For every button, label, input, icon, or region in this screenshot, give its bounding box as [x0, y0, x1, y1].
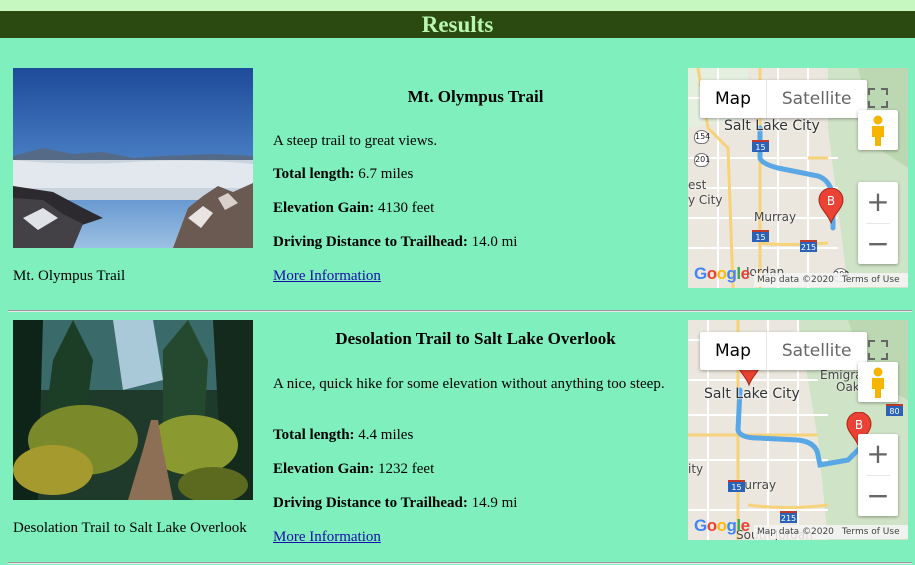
- map-place-label: Murray: [754, 210, 797, 224]
- map-place-label: Oak: [836, 380, 860, 394]
- trail-map[interactable]: Salt Lake City Emigra Oak Murray ity Sou…: [688, 320, 908, 540]
- total-length-value: 6.7 miles: [358, 166, 414, 182]
- map-data-text: Map data ©2020: [757, 275, 834, 285]
- trail-photo: [13, 320, 253, 500]
- elevation-gain-label: Elevation Gain:: [273, 461, 375, 477]
- map-marker-b-icon[interactable]: B: [818, 187, 844, 225]
- highway-shield: 201: [694, 153, 710, 167]
- elevation-gain-label: Elevation Gain:: [273, 200, 375, 216]
- map-place-label: y City: [688, 193, 723, 207]
- driving-distance: Driving Distance to Trailhead: 14.9 mi: [273, 495, 517, 512]
- driving-distance-value: 14.0 mi: [471, 234, 518, 250]
- pegman-icon: [872, 367, 884, 398]
- zoom-out-button[interactable]: −: [858, 224, 898, 264]
- trail-map[interactable]: Salt Lake City Murray est y City Jordan …: [688, 68, 908, 288]
- trail-photo: [13, 68, 253, 248]
- map-city-label: Salt Lake City: [704, 386, 800, 402]
- interstate-shield: 80: [886, 404, 903, 416]
- map-data-text: Map data ©2020: [757, 527, 834, 537]
- map-type-map-button[interactable]: Map: [700, 332, 766, 370]
- elevation-gain: Elevation Gain: 4130 feet: [273, 200, 434, 217]
- total-length-value: 4.4 miles: [358, 427, 414, 443]
- interstate-shield: 215: [780, 511, 797, 523]
- map-type-map-button[interactable]: Map: [700, 80, 766, 118]
- interstate-shield: 15: [752, 140, 769, 152]
- zoom-in-button[interactable]: +: [858, 182, 898, 222]
- driving-distance-label: Driving Distance to Trailhead:: [273, 234, 468, 250]
- pegman-icon: [872, 115, 884, 146]
- terms-of-use-link[interactable]: Terms of Use: [842, 527, 900, 537]
- total-length-label: Total length:: [273, 166, 355, 182]
- more-information-link[interactable]: More Information: [273, 268, 381, 285]
- trail-description: A nice, quick hike for some elevation wi…: [273, 376, 665, 392]
- trail-title: Desolation Trail to Salt Lake Overlook: [335, 329, 616, 348]
- trail-title: Mt. Olympus Trail: [407, 87, 544, 106]
- photo-caption: Desolation Trail to Salt Lake Overlook: [13, 520, 247, 536]
- trail-card: Mt. Olympus Trail Mt. Olympus Trail A st…: [0, 68, 915, 313]
- zoom-control: + −: [858, 434, 898, 516]
- trail-description: A steep trail to great views.: [273, 133, 438, 149]
- map-place-label: ity: [688, 462, 704, 476]
- street-view-pegman-button[interactable]: [858, 110, 898, 150]
- photo-caption: Mt. Olympus Trail: [13, 268, 126, 284]
- card-divider: [8, 562, 912, 564]
- interstate-shield: 15: [752, 230, 769, 242]
- elevation-gain: Elevation Gain: 1232 feet: [273, 461, 434, 478]
- zoom-in-button[interactable]: +: [858, 434, 898, 474]
- zoom-control: + −: [858, 182, 898, 264]
- interstate-shield: 215: [800, 240, 817, 252]
- map-attribution: Map data ©2020 Terms of Use: [754, 525, 908, 539]
- street-view-pegman-button[interactable]: [858, 362, 898, 402]
- elevation-gain-value: 1232 feet: [378, 461, 435, 477]
- results-header: Results: [0, 11, 915, 38]
- highway-shield: 154: [694, 130, 710, 144]
- map-attribution: Map data ©2020 Terms of Use: [754, 273, 908, 287]
- more-information-link[interactable]: More Information: [273, 529, 381, 546]
- card-divider: [8, 310, 912, 312]
- zoom-out-button[interactable]: −: [858, 476, 898, 516]
- map-city-label: Salt Lake City: [724, 118, 820, 134]
- interstate-shield: 15: [728, 480, 745, 492]
- marker-label: B: [827, 194, 835, 208]
- driving-distance-label: Driving Distance to Trailhead:: [273, 495, 468, 511]
- total-length-label: Total length:: [273, 427, 355, 443]
- map-type-control: Map Satellite: [700, 80, 867, 118]
- driving-distance: Driving Distance to Trailhead: 14.0 mi: [273, 234, 517, 251]
- map-place-label: est: [688, 178, 707, 192]
- elevation-gain-value: 4130 feet: [378, 200, 435, 216]
- map-type-control: Map Satellite: [700, 332, 867, 370]
- total-length: Total length: 6.7 miles: [273, 166, 413, 183]
- trail-card: Desolation Trail to Salt Lake Overlook D…: [0, 320, 915, 565]
- total-length: Total length: 4.4 miles: [273, 427, 413, 444]
- top-strip: [0, 0, 915, 11]
- map-type-satellite-button[interactable]: Satellite: [765, 80, 867, 118]
- terms-of-use-link[interactable]: Terms of Use: [842, 275, 900, 285]
- driving-distance-value: 14.9 mi: [471, 495, 518, 511]
- google-logo: Google: [694, 516, 750, 535]
- marker-label: B: [855, 418, 863, 432]
- google-logo: Google: [694, 264, 750, 283]
- map-type-satellite-button[interactable]: Satellite: [765, 332, 867, 370]
